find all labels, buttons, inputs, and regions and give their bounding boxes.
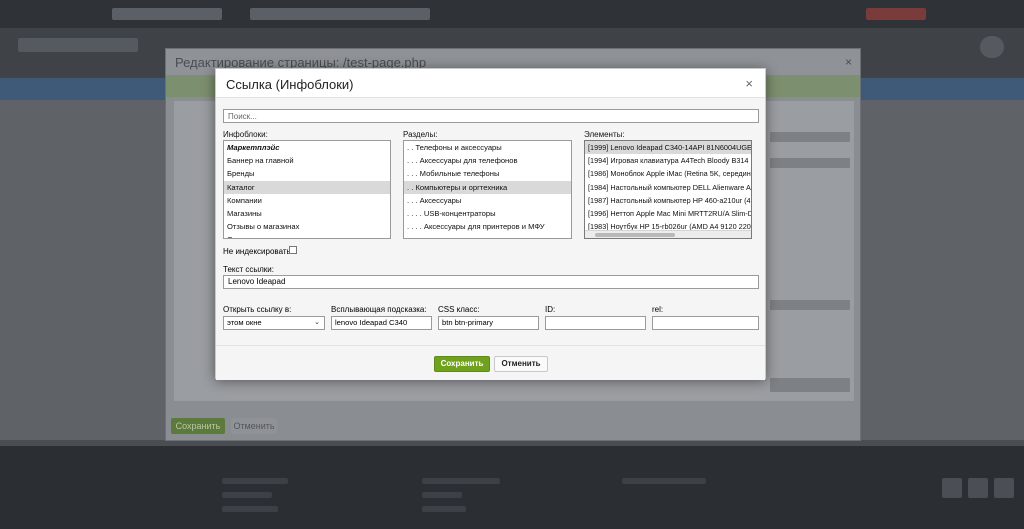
list-item[interactable]: [1999] Lenovo Ideapad C340-14API 81N6004… — [585, 141, 751, 155]
list-item[interactable]: Статьи — [224, 233, 390, 238]
list-item[interactable]: Компании — [224, 194, 390, 207]
id-input[interactable] — [545, 316, 646, 330]
editor-cancel-button[interactable]: Отменить — [231, 418, 277, 434]
footer-placeholder — [222, 506, 278, 512]
save-button[interactable]: Сохранить — [434, 356, 490, 372]
editor-save-button[interactable]: Сохранить — [171, 418, 225, 434]
topbar-placeholder — [112, 8, 222, 20]
footer-placeholder — [222, 492, 272, 498]
facebook-icon — [968, 478, 988, 498]
noindex-checkbox[interactable] — [289, 246, 297, 254]
list-item[interactable]: [1994] Игровая клавиатура A4Tech Bloody … — [585, 154, 751, 167]
list-item[interactable]: Магазины — [224, 207, 390, 220]
list-item[interactable]: . . . Мобильные телефоны — [404, 167, 571, 180]
editor-side-placeholder — [770, 158, 850, 168]
rel-label: rel: — [652, 305, 664, 314]
id-label: ID: — [545, 305, 556, 314]
link-text-label: Текст ссылки: — [223, 265, 274, 274]
sections-listbox[interactable]: . . Телефоны и аксессуары. . . Аксессуар… — [403, 140, 572, 239]
header-placeholder — [980, 36, 1004, 58]
tooltip-input[interactable]: lenovo Ideapad C340 — [331, 316, 432, 330]
list-item[interactable]: . . Телефоны и аксессуары — [404, 141, 571, 154]
editor-side-placeholder — [770, 378, 850, 392]
footer-placeholder — [422, 506, 466, 512]
link-iblock-dialog: Ссылка (Инфоблоки) × Инфоблоки: Разделы:… — [215, 68, 766, 380]
list-item[interactable]: . . . . USB-концентраторы — [404, 207, 571, 220]
chevron-down-icon: ⌄ — [314, 319, 320, 326]
list-item[interactable]: Каталог — [224, 180, 390, 194]
footer-placeholder — [622, 478, 706, 484]
header-placeholder — [18, 38, 138, 52]
twitter-icon — [994, 478, 1014, 498]
editor-side-placeholder — [770, 132, 850, 142]
topbar-placeholder — [866, 8, 926, 20]
footer-placeholder — [222, 478, 288, 484]
list-item[interactable]: [1984] Настольный компьютер DELL Alienwa… — [585, 181, 751, 194]
list-item[interactable]: . . Компьютеры и оргтехника — [404, 180, 571, 194]
horizontal-scrollbar[interactable] — [585, 230, 751, 238]
vk-icon — [942, 478, 962, 498]
cancel-button[interactable]: Отменить — [494, 356, 548, 372]
iblocks-listbox[interactable]: Маркетплэйс Баннер на главной Бренды Катало… — [223, 140, 391, 239]
open-in-label: Открыть ссылку в: — [223, 305, 292, 314]
list-item[interactable]: [1996] Неттоп Apple Mac Mini MRTT2RU/A S… — [585, 207, 751, 220]
close-icon[interactable]: × — [745, 76, 753, 91]
iblocks-label: Инфоблоки: — [223, 130, 268, 139]
css-class-input[interactable]: btn btn-primary — [438, 316, 539, 330]
footer-placeholder — [422, 478, 500, 484]
open-in-select[interactable]: этом окне ⌄ — [223, 316, 325, 330]
list-item[interactable]: . . . Аксессуары — [404, 194, 571, 207]
search-input[interactable] — [223, 109, 759, 123]
css-class-label: CSS класс: — [438, 305, 480, 314]
elements-label: Элементы: — [584, 130, 625, 139]
dialog-footer: Сохранить Отменить — [216, 345, 765, 380]
dialog-title: Ссылка (Инфоблоки) — [226, 77, 354, 92]
list-item[interactable]: . . . Аксессуары для телефонов — [404, 154, 571, 167]
scrollbar-thumb[interactable] — [595, 233, 675, 237]
list-item[interactable]: [1987] Настольный компьютер HP 460-a210u… — [585, 194, 751, 207]
editor-side-placeholder — [770, 300, 850, 310]
footer-placeholder — [422, 492, 462, 498]
tooltip-label: Всплывающая подсказка: — [331, 305, 427, 314]
list-item[interactable]: . . . . Аксессуары для принтеров и МФУ — [404, 220, 571, 233]
noindex-label: Не индексировать: — [223, 247, 293, 256]
site-footer — [0, 446, 1024, 529]
open-in-value: этом окне — [227, 318, 262, 327]
list-item[interactable]: [1986] Моноблок Apple iMac (Retina 5K, с… — [585, 167, 751, 180]
topbar-placeholder — [250, 8, 430, 20]
list-item[interactable]: Бренды — [224, 167, 390, 180]
list-item[interactable]: Маркетплэйс — [224, 141, 390, 154]
dialog-header: Ссылка (Инфоблоки) × — [216, 69, 765, 98]
list-item[interactable]: Отзывы о магазинах — [224, 220, 390, 233]
site-topbar — [0, 0, 1024, 28]
rel-input[interactable] — [652, 316, 759, 330]
elements-listbox[interactable]: [1999] Lenovo Ideapad C340-14API 81N6004… — [584, 140, 752, 239]
list-item[interactable]: Баннер на главной — [224, 154, 390, 167]
sections-label: Разделы: — [403, 130, 438, 139]
editor-close-icon[interactable]: × — [845, 55, 852, 69]
link-text-input[interactable]: Lenovo Ideapad — [223, 275, 759, 289]
